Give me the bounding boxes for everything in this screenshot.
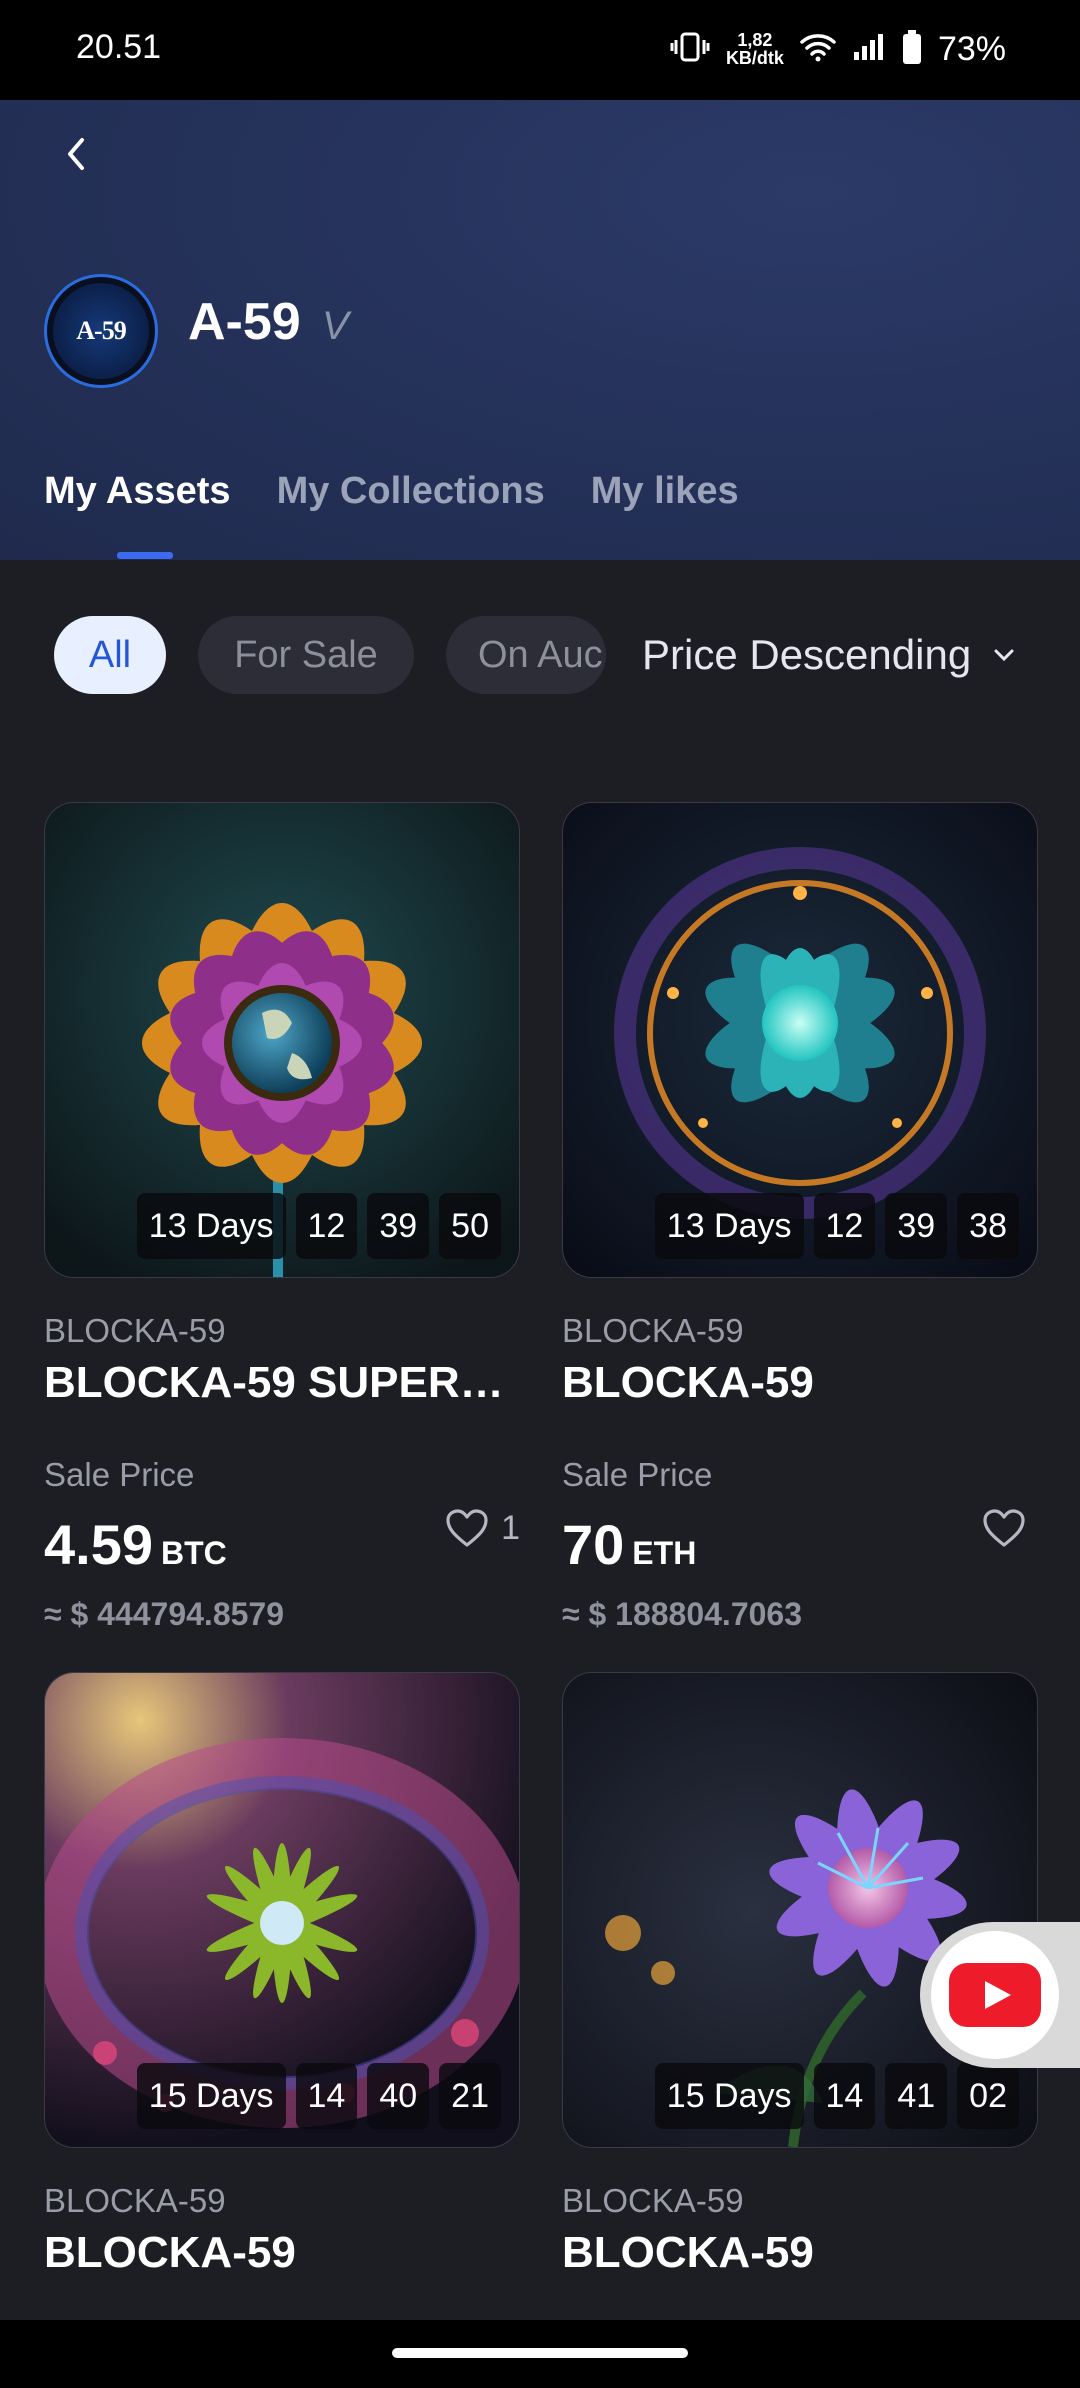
asset-title: BLOCKA-59 xyxy=(562,1358,814,1407)
chevron-down-icon xyxy=(994,649,1014,662)
tab-my-assets[interactable]: My Assets xyxy=(44,470,231,513)
countdown-hours: 12 xyxy=(295,1193,358,1259)
asset-image[interactable]: 13 Days 12 39 50 xyxy=(44,802,520,1278)
auction-countdown: 15 Days 14 41 02 xyxy=(654,2063,1019,2129)
profile-username: A-59 xyxy=(188,293,301,351)
avatar[interactable]: A-59 xyxy=(44,274,158,388)
status-icons: 1,82 KB/dtk 73% xyxy=(670,24,1006,74)
tab-my-collections[interactable]: My Collections xyxy=(277,470,545,513)
back-button[interactable] xyxy=(56,134,96,174)
asset-collection-name: BLOCKA-59 xyxy=(562,2182,744,2219)
countdown-seconds: 02 xyxy=(957,2063,1019,2129)
profile-tabs: My Assets My Collections My likes xyxy=(44,470,739,513)
like-count: 1 xyxy=(501,1508,520,1547)
youtube-floating-button[interactable] xyxy=(920,1922,1080,2068)
countdown-minutes: 39 xyxy=(885,1193,948,1259)
countdown-minutes: 41 xyxy=(885,2063,948,2129)
countdown-hours: 14 xyxy=(295,2063,358,2129)
like-button[interactable]: 1 xyxy=(445,1508,520,1548)
countdown-days: 13 Days xyxy=(654,1193,804,1259)
asset-collection-name: BLOCKA-59 xyxy=(562,1312,744,1349)
network-speed: 1,82 KB/dtk xyxy=(726,31,784,67)
asset-usd-price: ≈ $ 444794.8579 xyxy=(44,1596,284,1632)
countdown-seconds: 50 xyxy=(439,1193,501,1259)
countdown-days: 15 Days xyxy=(136,2063,286,2129)
auction-countdown: 13 Days 12 39 38 xyxy=(654,1193,1019,1259)
avatar-text: A-59 xyxy=(76,316,126,345)
price-currency: ETH xyxy=(632,1535,697,1571)
status-bar: 20.51 1,82 KB/dtk 73% xyxy=(0,0,1080,100)
wifi-icon xyxy=(800,32,836,67)
auction-countdown: 13 Days 12 39 50 xyxy=(136,1193,501,1259)
signal-icon xyxy=(852,32,886,67)
asset-image[interactable]: 13 Days 12 39 38 xyxy=(562,802,1038,1278)
home-gesture-handle[interactable] xyxy=(392,2348,688,2358)
asset-price: 70 ETH xyxy=(562,1512,696,1577)
countdown-seconds: 21 xyxy=(439,2063,501,2129)
vibrate-icon xyxy=(670,30,710,69)
asset-title: BLOCKA-59 SUPERA... xyxy=(44,1358,520,1407)
tab-my-likes[interactable]: My likes xyxy=(591,470,739,513)
chevron-left-icon xyxy=(68,138,84,170)
filter-chip-on-auction[interactable]: On Auc xyxy=(446,616,606,694)
youtube-icon xyxy=(949,1963,1041,2027)
sale-price-label: Sale Price xyxy=(44,1456,195,1493)
asset-title: BLOCKA-59 xyxy=(562,2228,814,2277)
battery-percent: 73% xyxy=(937,29,1006,68)
sort-label: Price Descending xyxy=(642,631,972,678)
youtube-badge xyxy=(931,1931,1059,2059)
asset-usd-price: ≈ $ 188804.7063 xyxy=(562,1596,802,1632)
sort-dropdown[interactable]: Price Descending xyxy=(642,616,1015,694)
countdown-hours: 14 xyxy=(813,2063,876,2129)
price-value: 70 xyxy=(562,1513,625,1576)
asset-card[interactable]: 13 Days 12 39 38 BLOCKA-59 BLOCKA-59 Sal… xyxy=(562,802,1038,1632)
auction-countdown: 15 Days 14 40 21 xyxy=(136,2063,501,2129)
countdown-seconds: 38 xyxy=(957,1193,1019,1259)
asset-image[interactable]: 15 Days 14 41 02 xyxy=(562,1672,1038,2148)
sale-price-label: Sale Price xyxy=(562,1456,713,1493)
asset-card[interactable]: 15 Days 14 40 21 BLOCKA-59 BLOCKA-59 xyxy=(44,1672,520,2312)
network-speed-value: 1,82 xyxy=(737,30,773,50)
countdown-days: 13 Days xyxy=(136,1193,286,1259)
asset-collection-name: BLOCKA-59 xyxy=(44,1312,226,1349)
heart-icon xyxy=(446,1509,488,1547)
asset-card[interactable]: 13 Days 12 39 50 BLOCKA-59 BLOCKA-59 SUP… xyxy=(44,802,520,1632)
asset-price: 4.59 BTC xyxy=(44,1512,227,1577)
network-speed-unit: KB/dtk xyxy=(725,48,784,68)
asset-collection-name: BLOCKA-59 xyxy=(44,2182,226,2219)
heart-icon xyxy=(983,1509,1025,1547)
active-tab-indicator xyxy=(117,552,173,559)
countdown-minutes: 39 xyxy=(367,1193,430,1259)
countdown-minutes: 40 xyxy=(367,2063,430,2129)
battery-icon xyxy=(902,29,922,69)
countdown-hours: 12 xyxy=(813,1193,876,1259)
price-currency: BTC xyxy=(161,1535,227,1571)
like-button[interactable] xyxy=(982,1508,1038,1548)
countdown-days: 15 Days xyxy=(654,2063,804,2129)
filter-bar: All For Sale On Auc Price Descending xyxy=(0,600,1080,710)
filter-chip-all[interactable]: All xyxy=(54,616,166,694)
filter-chip-for-sale[interactable]: For Sale xyxy=(198,616,414,694)
status-time: 20.51 xyxy=(76,28,162,66)
asset-image[interactable]: 15 Days 14 40 21 xyxy=(44,1672,520,2148)
asset-title: BLOCKA-59 xyxy=(44,2228,296,2277)
verified-icon: V xyxy=(322,304,349,348)
price-value: 4.59 xyxy=(44,1513,153,1576)
